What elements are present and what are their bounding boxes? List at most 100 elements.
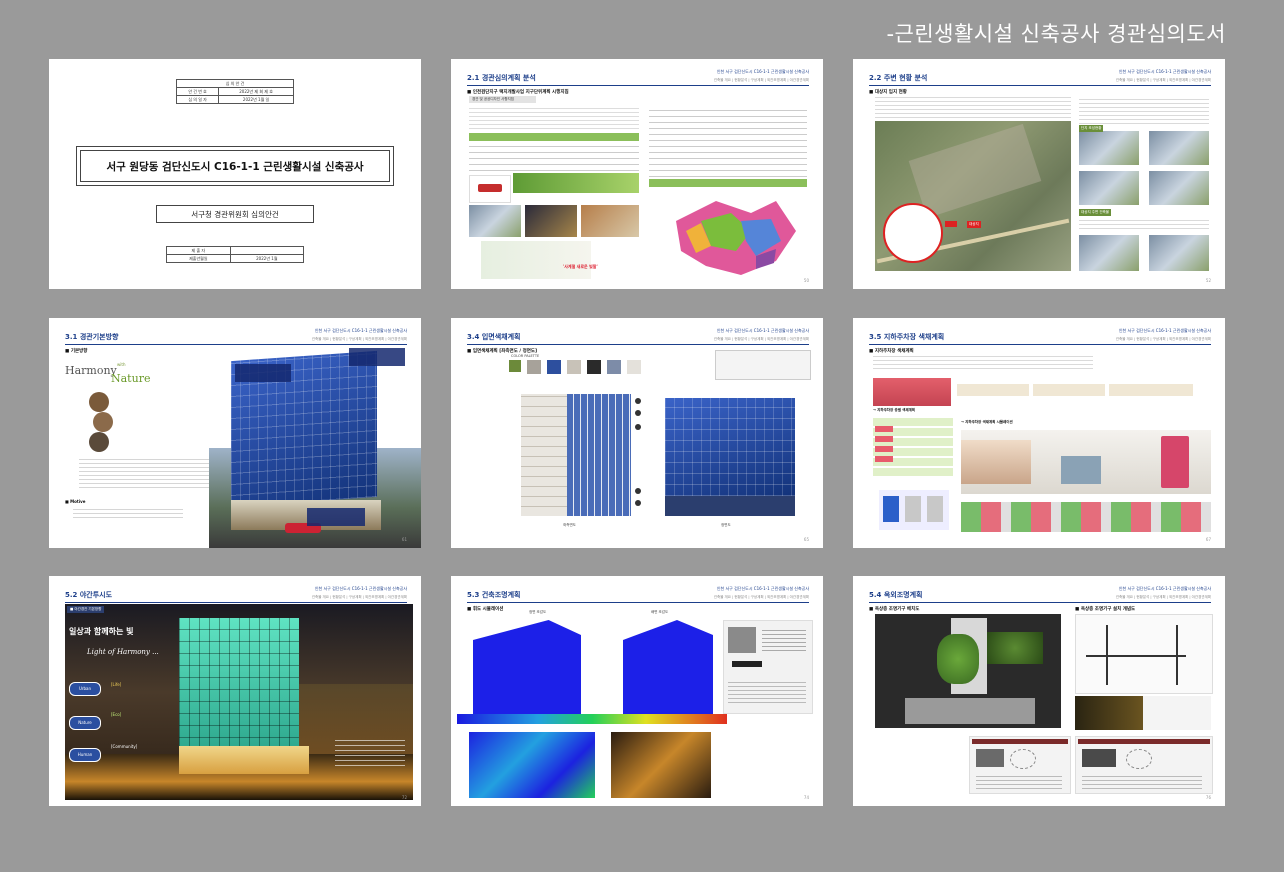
concept-image <box>89 432 109 452</box>
page-number: 61 <box>401 537 407 542</box>
logo-box <box>469 175 511 203</box>
tag-label: ■ 야간경관 기본방향 <box>67 606 105 613</box>
text-block <box>875 96 1071 118</box>
harmony-word: Harmony <box>65 364 117 377</box>
callout <box>235 364 291 382</box>
table-cell: 2022년 1월 일 <box>218 95 294 104</box>
slide-header: 인천 서구 검단신도시 C16-1-1 근린생활시설 신축공사 <box>314 586 407 591</box>
guideline-table <box>469 141 639 171</box>
slide-5-2[interactable]: 5.2 야간투시도 인천 서구 검단신도시 C16-1-1 근린생활시설 신축공… <box>49 576 421 806</box>
slide-2-1[interactable]: 2.1 경관심의계획 분석 인천 서구 검단신도시 C16-1-1 근린생활시설… <box>451 59 823 289</box>
cover-table-header: 심 의 안 건 <box>176 79 294 88</box>
title-divider <box>869 85 1211 86</box>
concept-image <box>93 412 113 432</box>
banner-text: '사계절 새로운 빛깔' <box>563 264 598 269</box>
title-divider <box>65 602 407 603</box>
motive-heading: ■ Motive <box>65 499 86 504</box>
note-box <box>1109 384 1193 396</box>
right-table <box>649 107 807 177</box>
slide-title: 5.2 야간투시도 <box>65 591 113 599</box>
light-tagline: Light of Harmony ... <box>87 648 159 656</box>
title-divider <box>467 344 809 345</box>
section-heading: ■ 옥상층 조명기구 배치도 <box>869 607 920 612</box>
luminance-sim-rear <box>623 620 713 720</box>
table-cell: 제 출 자 <box>166 246 231 255</box>
building-lobby-glow <box>179 746 309 774</box>
zoning-table <box>873 416 953 476</box>
slide-tabs: 건축물 개요 | 현황분석 | 구상계획 | 외관조명계획 | 야간경관계획 <box>311 337 407 341</box>
photo <box>1149 235 1209 271</box>
slide-3-4[interactable]: 3.4 입면색채계획 인천 서구 검단신도시 C16-1-1 근린생활시설 신축… <box>451 318 823 548</box>
detail-render <box>611 732 711 798</box>
page-number: 72 <box>401 795 407 800</box>
urban-badge: Urban <box>69 682 101 696</box>
luminance-sim-front <box>473 620 581 720</box>
text-block <box>1079 96 1209 124</box>
slide-tabs: 건축물 개요 | 현황분석 | 구상계획 | 외관조명계획 | 야간경관계획 <box>1115 78 1211 82</box>
slide-tabs: 건축물 개요 | 현황분석 | 구상계획 | 외관조명계획 | 야간경관계획 <box>311 595 407 599</box>
callout <box>349 348 405 366</box>
table-header-bar <box>649 179 807 187</box>
page-number: 74 <box>803 795 809 800</box>
table-header-bar <box>469 133 639 141</box>
document-title: -근린생활시설 신축공사 경관심의도서 <box>886 22 1226 46</box>
left-elevation <box>521 394 631 516</box>
slide-5-3[interactable]: 5.3 건축조명계획 인천 서구 검단신도시 C16-1-1 근린생활시설 신축… <box>451 576 823 806</box>
eco-label: [Eco] <box>111 712 122 717</box>
slide-2-2[interactable]: 2.2 주변 현황 분석 인천 서구 검단신도시 C16-1-1 근린생활시설 … <box>853 59 1225 289</box>
slide-tabs: 건축물 개요 | 현황분석 | 구상계획 | 외관조명계획 | 야간경관계획 <box>1115 337 1211 341</box>
section-heading: ■ 휘도 시뮬레이션 <box>467 607 504 612</box>
table-cell <box>229 246 305 255</box>
cover-approval-table: 심 의 안 건 안 건 번 호 2022년 제 회 제 호 심 의 일 자 2022… <box>175 79 294 104</box>
slide-title: 3.5 지하주차장 색채계획 <box>869 333 945 341</box>
page-number: 67 <box>1205 537 1211 542</box>
slide-title: 5.4 옥외조명계획 <box>869 591 923 599</box>
detail-simulation <box>469 732 595 798</box>
photo <box>1149 171 1209 205</box>
nature-badge: Nature <box>69 716 101 730</box>
text-block <box>73 506 183 518</box>
parking-render <box>961 430 1211 494</box>
note-box <box>1033 384 1105 396</box>
callout <box>307 508 365 526</box>
fixture-photo <box>1075 696 1211 730</box>
cover-submission-table: 제 출 자 제출년월일 2022년 1월 <box>166 246 305 263</box>
photo <box>581 205 639 237</box>
slide-5-4[interactable]: 5.4 옥외조명계획 인천 서구 검단신도시 C16-1-1 근린생활시설 신축… <box>853 576 1225 806</box>
zoning-heading: → 지하주차장 층별 색채계획 <box>873 408 916 412</box>
slide-title: 2.1 경관심의계획 분석 <box>467 74 536 82</box>
rooftop-plan <box>875 614 1061 728</box>
nature-word: Nature <box>111 372 151 385</box>
annotation-text <box>335 736 405 766</box>
slide-header: 인천 서구 검단신도시 C16-1-1 근린생활시설 신축공사 <box>716 69 809 74</box>
rear-label: 배면 조감도 <box>651 610 669 614</box>
cover-subtitle: 서구청 경관위원회 심의안건 <box>156 205 314 223</box>
site-label: 대상지 <box>967 221 981 228</box>
slide-tabs: 건축물 개요 | 현황분석 | 구상계획 | 외관조명계획 | 야간경관계획 <box>713 337 809 341</box>
page-number: 65 <box>803 537 809 542</box>
photo <box>1079 131 1139 165</box>
green-banner <box>513 173 639 193</box>
community-label: [Community] <box>111 744 138 749</box>
night-building <box>179 618 299 750</box>
floor-color-band <box>873 378 951 406</box>
legend-box <box>715 350 811 380</box>
photo-caption: 단지 조성현황 <box>1079 125 1104 132</box>
slide-tabs: 건축물 개요 | 현황분석 | 구상계획 | 외관조명계획 | 야간경관계획 <box>1115 595 1211 599</box>
with-word: with <box>117 362 126 367</box>
photo <box>1079 235 1139 271</box>
aerial-map <box>875 121 1071 271</box>
page-number: 76 <box>1205 795 1211 800</box>
life-label: [Life] <box>111 682 122 687</box>
cover-slide[interactable]: 심 의 안 건 안 건 번 호 2022년 제 회 제 호 심 의 일 자 2022… <box>49 59 421 289</box>
section-heading: ■ 대상지 입지 현황 <box>869 90 907 95</box>
slide-3-5[interactable]: 3.5 지하주차장 색채계획 인천 서구 검단신도시 C16-1-1 근린생활시… <box>853 318 1225 548</box>
title-divider <box>467 602 809 603</box>
slide-tabs: 건축물 개요 | 현황분석 | 구상계획 | 외관조명계획 | 야간경관계획 <box>713 78 809 82</box>
slide-3-1[interactable]: 3.1 경관기본방향 인천 서구 검단신도시 C16-1-1 근린생활시설 신축… <box>49 318 421 548</box>
section-heading: ■ 기본방향 <box>65 349 88 354</box>
slide-tabs: 건축물 개요 | 현황분석 | 구상계획 | 외관조명계획 | 야간경관계획 <box>713 595 809 599</box>
right-caption: 정면도 <box>721 523 731 527</box>
front-label: 정면 조감도 <box>529 610 547 614</box>
title-divider <box>869 602 1211 603</box>
